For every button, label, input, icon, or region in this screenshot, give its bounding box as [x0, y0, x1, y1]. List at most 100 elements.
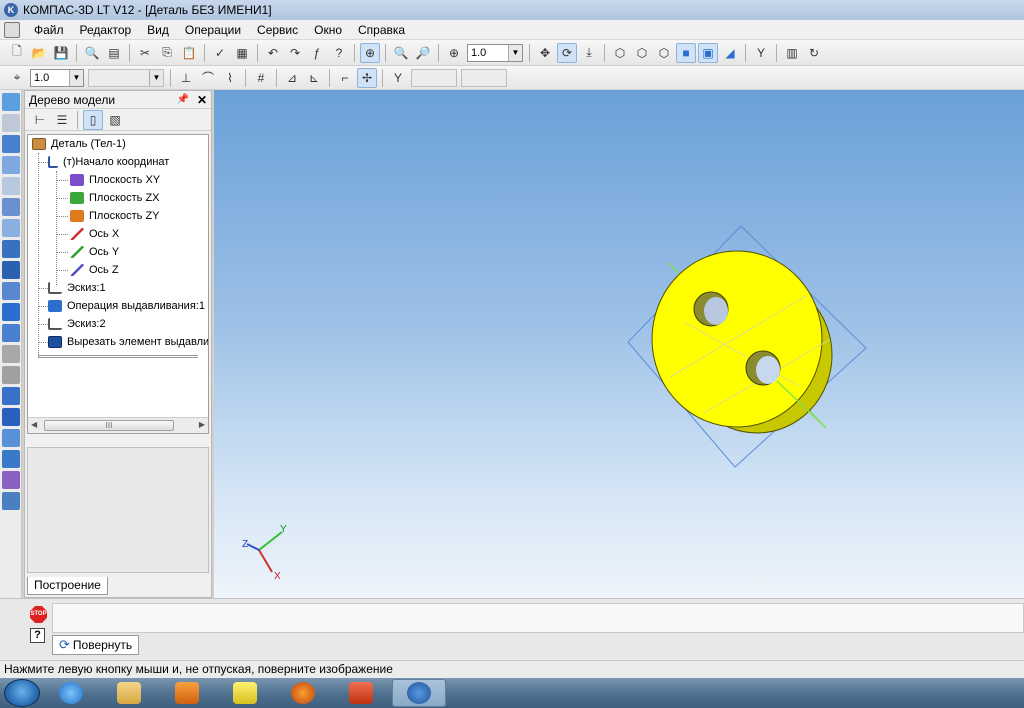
taskbar-kompas[interactable] — [392, 679, 446, 707]
snap-icon[interactable]: ⌒ — [198, 68, 218, 88]
pan-icon[interactable]: ✥ — [535, 43, 555, 63]
redo-icon[interactable]: ↷ — [285, 43, 305, 63]
dimensions-icon[interactable] — [2, 135, 20, 153]
zoom-in-icon[interactable]: 🔍 — [391, 43, 411, 63]
tree-structure-icon[interactable]: ☰ — [52, 110, 72, 130]
save-icon[interactable]: 💾 — [51, 43, 71, 63]
tree-node-sketch-1[interactable]: Эскиз:1 — [48, 279, 106, 297]
coord-system-icon[interactable]: ⊿ — [282, 68, 302, 88]
chevron-down-icon[interactable]: ▼ — [508, 44, 522, 61]
tree-node-plane-zy[interactable]: Плоскость ZY — [70, 207, 160, 225]
scroll-thumb[interactable]: III — [44, 420, 174, 431]
parametric-icon[interactable]: ✢ — [357, 67, 377, 88]
zoom-out-icon[interactable]: 🔎 — [413, 43, 433, 63]
properties-icon[interactable]: ✓ — [210, 43, 230, 63]
hidden-thin-icon[interactable]: ⬡ — [654, 43, 674, 63]
cut-tool-icon[interactable] — [2, 303, 20, 321]
tree-node-origin[interactable]: (т)Начало координат — [48, 153, 169, 171]
ortho-icon[interactable]: ⊥ — [176, 68, 196, 88]
filter-icon[interactable]: Y — [751, 43, 771, 63]
coord-y-field[interactable] — [461, 68, 507, 87]
menu-operations[interactable]: Операции — [177, 23, 249, 37]
menu-editor[interactable]: Редактор — [72, 23, 140, 37]
formula-icon[interactable]: ƒ — [307, 43, 327, 63]
viewport-canvas[interactable]: Y X Z — [214, 90, 1024, 598]
halftone-edges-icon[interactable]: ▣ — [698, 42, 718, 63]
new-file-icon[interactable]: 🗋 — [7, 43, 27, 63]
sketch-geometry-icon[interactable] — [2, 114, 20, 132]
tab-construction[interactable]: Построение — [27, 577, 108, 595]
edit-part-icon[interactable] — [2, 93, 20, 111]
pattern-icon[interactable] — [2, 429, 20, 447]
step-cursor-icon[interactable]: ⌖ — [7, 68, 27, 88]
mirror-icon[interactable] — [2, 450, 20, 468]
fillet-icon[interactable] — [2, 387, 20, 405]
chevron-down-icon[interactable]: ▼ — [69, 69, 83, 86]
rotate-tool-icon[interactable] — [2, 261, 20, 279]
coord-x-field[interactable] — [411, 68, 457, 87]
menu-service[interactable]: Сервис — [249, 23, 306, 37]
chevron-down-icon[interactable]: ▼ — [149, 69, 163, 86]
stop-icon[interactable]: STOP — [30, 606, 47, 623]
spec-icon[interactable] — [2, 471, 20, 489]
step-combo[interactable]: 1.0 ▼ — [30, 68, 84, 87]
print-icon[interactable]: ▤ — [104, 43, 124, 63]
tree-horizontal-scrollbar[interactable]: ◀ III ▶ — [28, 417, 208, 433]
layer-combo[interactable]: ▼ — [88, 68, 164, 87]
hidden-lines-icon[interactable]: ⬡ — [632, 43, 652, 63]
library-icon[interactable]: ▦ — [232, 43, 252, 63]
hole-icon[interactable] — [2, 324, 20, 342]
chamfer-icon[interactable] — [2, 408, 20, 426]
zoom-combo[interactable]: 1.0 ▼ — [467, 43, 523, 62]
tree-node-axis-z[interactable]: Ось Z — [70, 261, 119, 279]
menu-file[interactable]: Файл — [26, 23, 72, 37]
taskbar-firefox[interactable] — [276, 679, 330, 707]
shell-icon[interactable] — [2, 366, 20, 384]
tree-node-plane-zx[interactable]: Плоскость ZX — [70, 189, 160, 207]
undo-icon[interactable]: ↶ — [263, 43, 283, 63]
tree-order-icon[interactable]: ⊢ — [30, 110, 50, 130]
grid-icon[interactable]: # — [251, 68, 271, 88]
manager-icon[interactable]: ▥ — [782, 43, 802, 63]
kinematic-icon[interactable] — [2, 282, 20, 300]
wireframe-icon[interactable]: ⬡ — [610, 43, 630, 63]
scroll-right-icon[interactable]: ▶ — [199, 420, 205, 429]
tab-rotate[interactable]: ⟳ Повернуть — [52, 635, 140, 655]
reports-icon[interactable] — [2, 492, 20, 510]
tree-node-axis-x[interactable]: Ось X — [70, 225, 119, 243]
copy-icon[interactable]: ⎘ — [157, 43, 177, 63]
close-icon[interactable]: ✕ — [197, 93, 207, 107]
taskbar-ie[interactable] — [44, 679, 98, 707]
refresh-icon[interactable]: ↻ — [804, 43, 824, 63]
tree-node-cut-extrude[interactable]: Вырезать элемент выдавливания:1 — [48, 333, 208, 351]
taskbar-explorer[interactable] — [102, 679, 156, 707]
tree-node-extrude[interactable]: Операция выдавливания:1 — [48, 297, 205, 315]
menu-view[interactable]: Вид — [139, 23, 177, 37]
tree-node-sketch-2[interactable]: Эскиз:2 — [48, 315, 106, 333]
help-icon[interactable]: ? — [30, 628, 45, 643]
local-cs-icon[interactable]: ⊾ — [304, 68, 324, 88]
cut-icon[interactable]: ✂ — [135, 43, 155, 63]
scroll-left-icon[interactable]: ◀ — [31, 420, 37, 429]
tree-node-axis-y[interactable]: Ось Y — [70, 243, 119, 261]
perspective-icon[interactable]: ◢ — [720, 43, 740, 63]
context-help-icon[interactable]: ? — [329, 43, 349, 63]
measure-icon[interactable] — [2, 219, 20, 237]
sketch-mode-icon[interactable]: ⌐ — [335, 68, 355, 88]
tree-node-part[interactable]: Деталь (Тел-1) — [32, 135, 126, 153]
taskbar-powerpoint[interactable] — [334, 679, 388, 707]
designations-icon[interactable] — [2, 156, 20, 174]
taskbar-media[interactable] — [160, 679, 214, 707]
start-button[interactable] — [4, 679, 40, 707]
pin-icon[interactable]: 📌 — [176, 94, 188, 105]
orientation-icon[interactable]: ⤓ — [579, 43, 599, 63]
3d-viewport[interactable]: Y X Z — [214, 90, 1024, 598]
menu-help[interactable]: Справка — [350, 23, 413, 37]
rotate-icon[interactable]: ⟳ — [557, 42, 577, 63]
tree-view-icon[interactable]: ▯ — [83, 109, 103, 130]
zoom-frame-icon[interactable]: ⊕ — [360, 42, 380, 63]
edit-icon[interactable] — [2, 177, 20, 195]
rib-icon[interactable] — [2, 345, 20, 363]
snap-local-icon[interactable]: ⌇ — [220, 68, 240, 88]
open-file-icon[interactable]: 📂 — [29, 43, 49, 63]
